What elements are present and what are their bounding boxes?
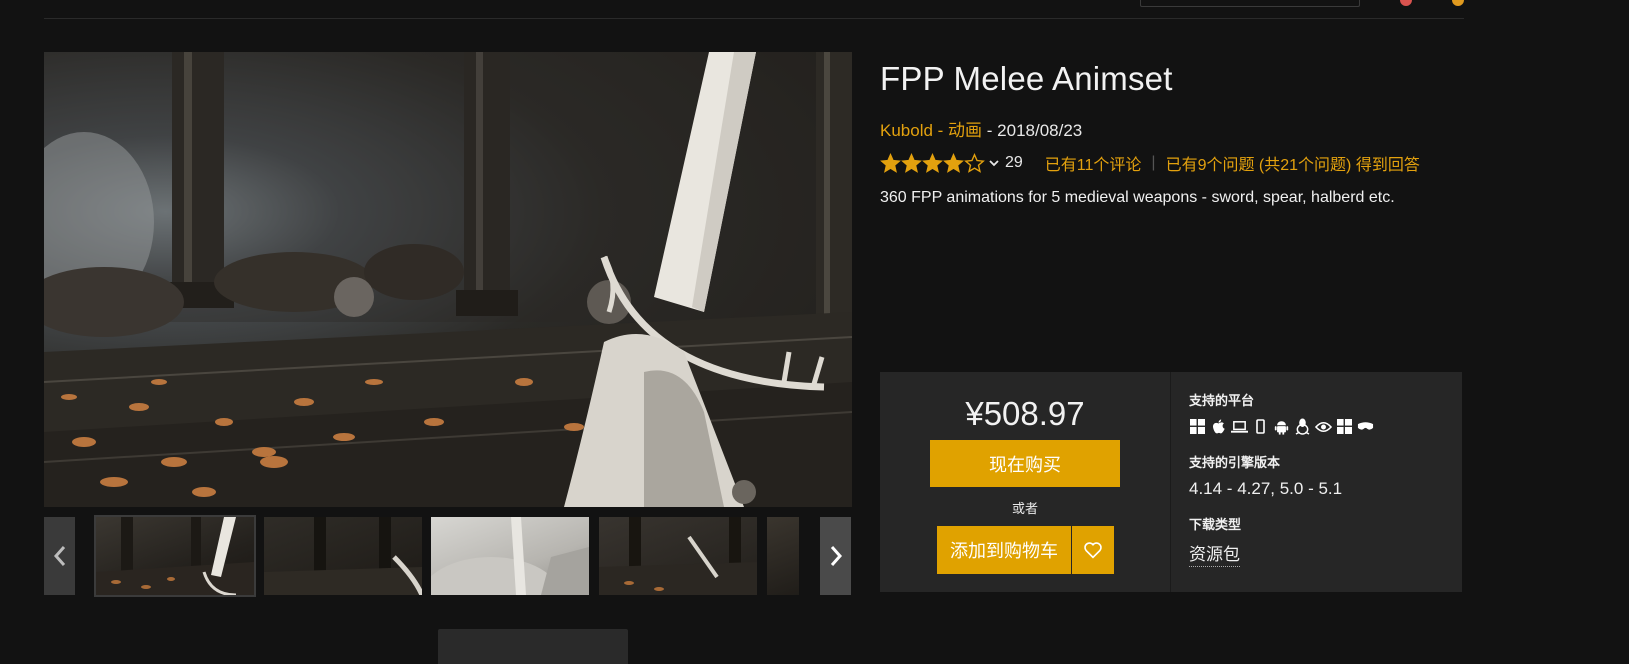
- thumbnail-1[interactable]: [94, 515, 256, 597]
- category-link[interactable]: 动画: [948, 121, 982, 140]
- star-filled-icon: [922, 152, 943, 173]
- linux-icon: [1294, 418, 1311, 435]
- link-divider: |: [1151, 154, 1156, 171]
- cart-button-group: 添加到购物车: [937, 526, 1114, 574]
- star-filled-icon: [901, 152, 922, 173]
- meta-separator: -: [932, 121, 949, 140]
- product-title: FPP Melee Animset: [880, 60, 1173, 97]
- notification-badge[interactable]: [1400, 0, 1412, 6]
- reviews-link[interactable]: 已有11个评论: [1045, 151, 1142, 175]
- heart-icon: [1084, 542, 1102, 559]
- hero-artwork: [44, 52, 852, 507]
- product-meta: Kubold - 动画 - 2018/08/23: [880, 116, 1082, 141]
- laptop-icon: [1231, 418, 1248, 435]
- purchase-panel: ¥508.97 现在购买 或者 添加到购物车 支持的平台 支持的引擎版本 4.1…: [880, 372, 1462, 592]
- engine-versions: 4.14 - 4.27, 5.0 - 5.1: [1189, 479, 1343, 498]
- chevron-right-icon: [830, 546, 842, 566]
- apple-icon: [1210, 418, 1227, 435]
- platform-icons: [1189, 418, 1374, 435]
- carousel-prev-button[interactable]: [44, 517, 75, 595]
- vr-headset-icon: [1357, 418, 1374, 435]
- star-empty-icon: [964, 152, 985, 173]
- or-label: 或者: [1011, 501, 1038, 516]
- thumbnail-carousel: [44, 515, 852, 597]
- price: ¥508.97: [965, 395, 1085, 432]
- windows-icon: [1336, 418, 1353, 435]
- chevron-left-icon: [53, 546, 65, 566]
- questions-link[interactable]: 已有9个问题 (共21个问题) 得到回答: [1166, 151, 1420, 175]
- mobile-icon: [1252, 418, 1269, 435]
- search-input[interactable]: [1140, 0, 1360, 7]
- star-filled-icon: [943, 152, 964, 173]
- product-main-image[interactable]: [44, 52, 852, 507]
- header-divider: [44, 18, 1464, 19]
- star-rating[interactable]: [880, 152, 985, 174]
- cart-badge[interactable]: [1452, 0, 1464, 6]
- add-to-cart-button[interactable]: 添加到购物车: [937, 526, 1071, 574]
- eye-vr-icon: [1315, 418, 1332, 435]
- meta-separator: -: [982, 121, 998, 140]
- download-type[interactable]: 资源包: [1189, 540, 1240, 567]
- star-filled-icon: [880, 152, 901, 173]
- download-type-label: 下载类型: [1189, 517, 1242, 532]
- windows-icon: [1189, 418, 1206, 435]
- product-description: 360 FPP animations for 5 medieval weapon…: [880, 189, 1395, 206]
- author-link[interactable]: Kubold: [880, 121, 933, 140]
- release-date: 2018/08/23: [997, 121, 1083, 140]
- wishlist-button[interactable]: [1072, 526, 1114, 574]
- thumbnail-2[interactable]: [264, 517, 422, 595]
- section-tab[interactable]: [438, 629, 628, 664]
- thumbnail-3[interactable]: [431, 517, 589, 595]
- purchase-actions: ¥508.97 现在购买 或者 添加到购物车: [880, 372, 1170, 592]
- engine-label: 支持的引擎版本: [1189, 455, 1281, 470]
- rating-count: 29: [1005, 154, 1023, 171]
- carousel-next-button[interactable]: [820, 517, 851, 595]
- chevron-down-icon[interactable]: [989, 159, 999, 167]
- product-specs: 支持的平台 支持的引擎版本 4.14 - 4.27, 5.0 - 5.1 下载类…: [1189, 372, 1449, 592]
- android-icon: [1273, 418, 1290, 435]
- panel-divider: [1170, 372, 1171, 592]
- rating-row: 29 已有11个评论 | 已有9个问题 (共21个问题) 得到回答: [880, 151, 1420, 175]
- buy-now-button[interactable]: 现在购买: [930, 440, 1120, 487]
- thumbnail-4[interactable]: [599, 517, 757, 595]
- platforms-label: 支持的平台: [1189, 393, 1255, 408]
- thumbnail-5[interactable]: [767, 517, 799, 595]
